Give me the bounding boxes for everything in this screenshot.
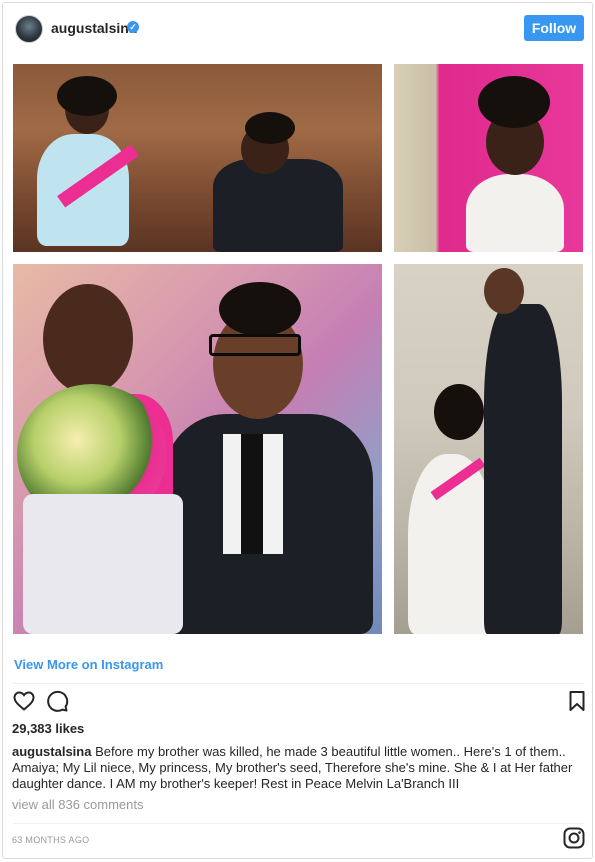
verified-badge-icon: ✓ bbox=[127, 21, 139, 33]
view-more-link[interactable]: View More on Instagram bbox=[14, 657, 163, 672]
username[interactable]: augustalsina bbox=[51, 20, 137, 36]
divider bbox=[13, 683, 584, 684]
heart-icon[interactable] bbox=[12, 689, 36, 713]
follow-button[interactable]: Follow bbox=[524, 15, 584, 41]
photo-father-daughter-dance bbox=[394, 264, 583, 634]
instagram-logo-icon[interactable] bbox=[563, 827, 585, 849]
caption-username[interactable]: augustalsina bbox=[12, 744, 91, 759]
post-timestamp[interactable]: 63 MONTHS AGO bbox=[12, 835, 89, 845]
avatar[interactable] bbox=[15, 15, 43, 43]
instagram-embed-card: augustalsina ✓ Follow View More on Insta… bbox=[2, 2, 593, 859]
photo-girl-portrait bbox=[394, 64, 583, 252]
bookmark-icon[interactable] bbox=[565, 689, 589, 713]
divider bbox=[13, 823, 584, 824]
photo-dance-floor bbox=[13, 64, 382, 252]
post-header: augustalsina ✓ Follow bbox=[3, 3, 592, 55]
photo-uncle-and-niece bbox=[13, 264, 382, 634]
like-count[interactable]: 29,383 likes bbox=[12, 721, 84, 736]
view-comments-link[interactable]: view all 836 comments bbox=[12, 797, 144, 812]
comment-icon[interactable] bbox=[45, 689, 69, 713]
photo-collage[interactable] bbox=[3, 55, 592, 645]
caption-text: Before my brother was killed, he made 3 … bbox=[12, 744, 573, 791]
post-caption: augustalsina Before my brother was kille… bbox=[12, 744, 584, 792]
